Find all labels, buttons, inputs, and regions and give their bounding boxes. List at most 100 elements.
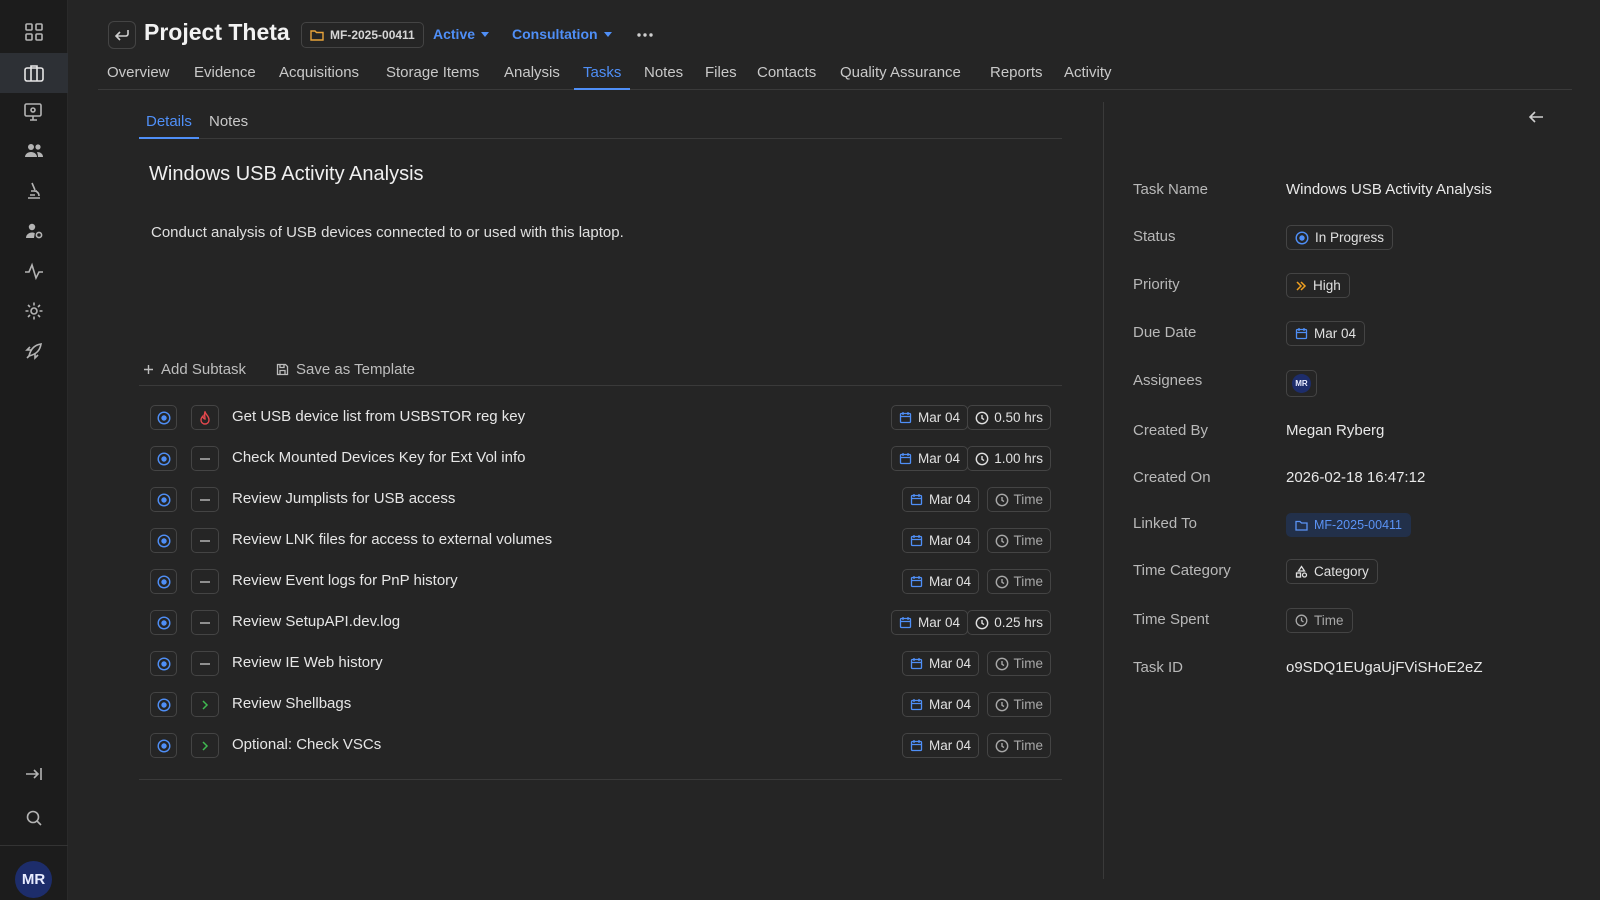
activity-icon[interactable] xyxy=(14,253,54,289)
tab-files[interactable]: Files xyxy=(705,64,737,90)
subtask-priority-button[interactable] xyxy=(191,405,219,430)
subtab-details[interactable]: Details xyxy=(139,113,199,139)
subtask-row[interactable]: Get USB device list from USBSTOR reg key… xyxy=(139,398,1062,439)
subtask-status-button[interactable] xyxy=(150,528,177,553)
subtask-time-label: Time xyxy=(1013,656,1044,671)
subtask-priority-button[interactable] xyxy=(191,528,219,553)
subtask-due-date[interactable]: Mar 04 xyxy=(901,651,979,676)
subtask-time[interactable]: 0.50 hrs xyxy=(967,405,1051,430)
time-category-chip[interactable]: Category xyxy=(1286,559,1378,584)
subtask-priority-button[interactable] xyxy=(191,569,219,594)
subtask-time[interactable]: Time xyxy=(986,569,1051,594)
sidebar-divider xyxy=(0,845,68,846)
subtask-name[interactable]: Review Event logs for PnP history xyxy=(232,572,458,589)
tab-quality-assurance[interactable]: Quality Assurance xyxy=(840,64,961,90)
priority-chip[interactable]: High xyxy=(1286,273,1350,298)
caret-down-icon xyxy=(603,31,612,37)
subtask-row[interactable]: Review SetupAPI.dev.log Mar 04 0.25 hrs xyxy=(139,603,1062,644)
close-panel-arrow-icon[interactable] xyxy=(1528,110,1544,124)
subtask-status-button[interactable] xyxy=(150,446,177,471)
subtask-name[interactable]: Review Shellbags xyxy=(232,695,351,712)
tab-activity[interactable]: Activity xyxy=(1064,64,1112,90)
back-button[interactable] xyxy=(108,21,136,49)
more-options-icon[interactable] xyxy=(636,26,654,44)
case-id-chip[interactable]: MF-2025-00411 xyxy=(301,22,424,48)
subtask-name[interactable]: Review LNK files for access to external … xyxy=(232,531,552,548)
subtask-time[interactable]: Time xyxy=(986,733,1051,758)
tab-notes[interactable]: Notes xyxy=(644,64,683,90)
subtask-time[interactable]: 1.00 hrs xyxy=(967,446,1051,471)
monitor-icon[interactable] xyxy=(14,94,54,130)
subtask-due-date[interactable]: Mar 04 xyxy=(890,446,968,471)
assignees-chip[interactable]: MR xyxy=(1286,370,1317,397)
subtask-row[interactable]: Check Mounted Devices Key for Ext Vol in… xyxy=(139,439,1062,480)
subtask-name[interactable]: Review SetupAPI.dev.log xyxy=(232,613,400,630)
tab-analysis[interactable]: Analysis xyxy=(504,64,560,90)
add-subtask-button[interactable]: Add Subtask xyxy=(143,361,246,378)
subtask-status-button[interactable] xyxy=(150,610,177,635)
subtask-priority-button[interactable] xyxy=(191,487,219,512)
subtask-row[interactable]: Review IE Web history Mar 04 Time xyxy=(139,644,1062,685)
subtask-name[interactable]: Review IE Web history xyxy=(232,654,383,671)
search-icon[interactable] xyxy=(14,800,54,836)
subtask-status-button[interactable] xyxy=(150,733,177,758)
subtask-name[interactable]: Get USB device list from USBSTOR reg key xyxy=(232,408,525,425)
subtask-due-date[interactable]: Mar 04 xyxy=(890,610,968,635)
subtask-due-date[interactable]: Mar 04 xyxy=(901,569,979,594)
clock-icon xyxy=(995,739,1009,753)
subtask-status-button[interactable] xyxy=(150,405,177,430)
subtask-time[interactable]: Time xyxy=(986,528,1051,553)
subtask-time[interactable]: 0.25 hrs xyxy=(967,610,1051,635)
subtask-due-date[interactable]: Mar 04 xyxy=(901,733,979,758)
tab-overview[interactable]: Overview xyxy=(107,64,170,90)
collapse-sidebar-icon[interactable] xyxy=(14,756,54,792)
status-chip[interactable]: In Progress xyxy=(1286,225,1394,250)
rocket-icon[interactable] xyxy=(14,333,54,369)
tab-acquisitions[interactable]: Acquisitions xyxy=(279,64,359,90)
subtask-row[interactable]: Review Shellbags Mar 04 Time xyxy=(139,685,1062,726)
status-dropdown[interactable]: Active xyxy=(433,26,490,42)
dashboard-grid-icon[interactable] xyxy=(14,14,54,50)
user-gear-icon[interactable] xyxy=(14,213,54,249)
due-date-chip[interactable]: Mar 04 xyxy=(1286,321,1366,346)
tab-evidence[interactable]: Evidence xyxy=(194,64,256,90)
category-dropdown[interactable]: Consultation xyxy=(512,26,612,42)
subtab-notes[interactable]: Notes xyxy=(209,113,248,139)
tab-reports[interactable]: Reports xyxy=(990,64,1043,90)
subtask-name[interactable]: Optional: Check VSCs xyxy=(232,736,381,753)
microscope-icon[interactable] xyxy=(14,173,54,209)
user-avatar[interactable]: MR xyxy=(15,861,52,898)
subtask-due-date[interactable]: Mar 04 xyxy=(901,487,979,512)
subtask-time[interactable]: Time xyxy=(986,692,1051,717)
tab-tasks[interactable]: Tasks xyxy=(574,64,631,90)
briefcase-icon[interactable] xyxy=(0,53,68,93)
subtask-priority-button[interactable] xyxy=(191,651,219,676)
subtask-status-button[interactable] xyxy=(150,651,177,676)
users-icon[interactable] xyxy=(14,133,54,169)
subtask-name[interactable]: Check Mounted Devices Key for Ext Vol in… xyxy=(232,449,525,466)
subtask-priority-button[interactable] xyxy=(191,733,219,758)
subtask-row[interactable]: Review Event logs for PnP history Mar 04 T… xyxy=(139,562,1062,603)
tab-storage-items[interactable]: Storage Items xyxy=(386,64,479,90)
subtask-row[interactable]: Review LNK files for access to external … xyxy=(139,521,1062,562)
subtask-status-button[interactable] xyxy=(150,569,177,594)
subtask-time[interactable]: Time xyxy=(986,651,1051,676)
subtask-priority-button[interactable] xyxy=(191,610,219,635)
subtask-row[interactable]: Review Jumplists for USB access Mar 04 Tim… xyxy=(139,480,1062,521)
subtask-due-date[interactable]: Mar 04 xyxy=(901,528,979,553)
tab-contacts[interactable]: Contacts xyxy=(757,64,816,90)
save-as-template-button[interactable]: Save as Template xyxy=(276,361,415,378)
subtask-priority-button[interactable] xyxy=(191,446,219,471)
subtask-due-date[interactable]: Mar 04 xyxy=(901,692,979,717)
subtask-name[interactable]: Review Jumplists for USB access xyxy=(232,490,455,507)
subtask-row[interactable]: Optional: Check VSCs Mar 04 Time xyxy=(139,726,1062,767)
subtask-priority-button[interactable] xyxy=(191,692,219,717)
subtask-time[interactable]: Time xyxy=(986,487,1051,512)
linked-case-chip[interactable]: MF-2025-00411 xyxy=(1286,513,1412,537)
in-progress-icon xyxy=(156,574,171,589)
time-spent-chip[interactable]: Time xyxy=(1286,608,1353,633)
subtask-status-button[interactable] xyxy=(150,487,177,512)
subtask-status-button[interactable] xyxy=(150,692,177,717)
subtask-due-date[interactable]: Mar 04 xyxy=(890,405,968,430)
settings-icon[interactable] xyxy=(14,293,54,329)
